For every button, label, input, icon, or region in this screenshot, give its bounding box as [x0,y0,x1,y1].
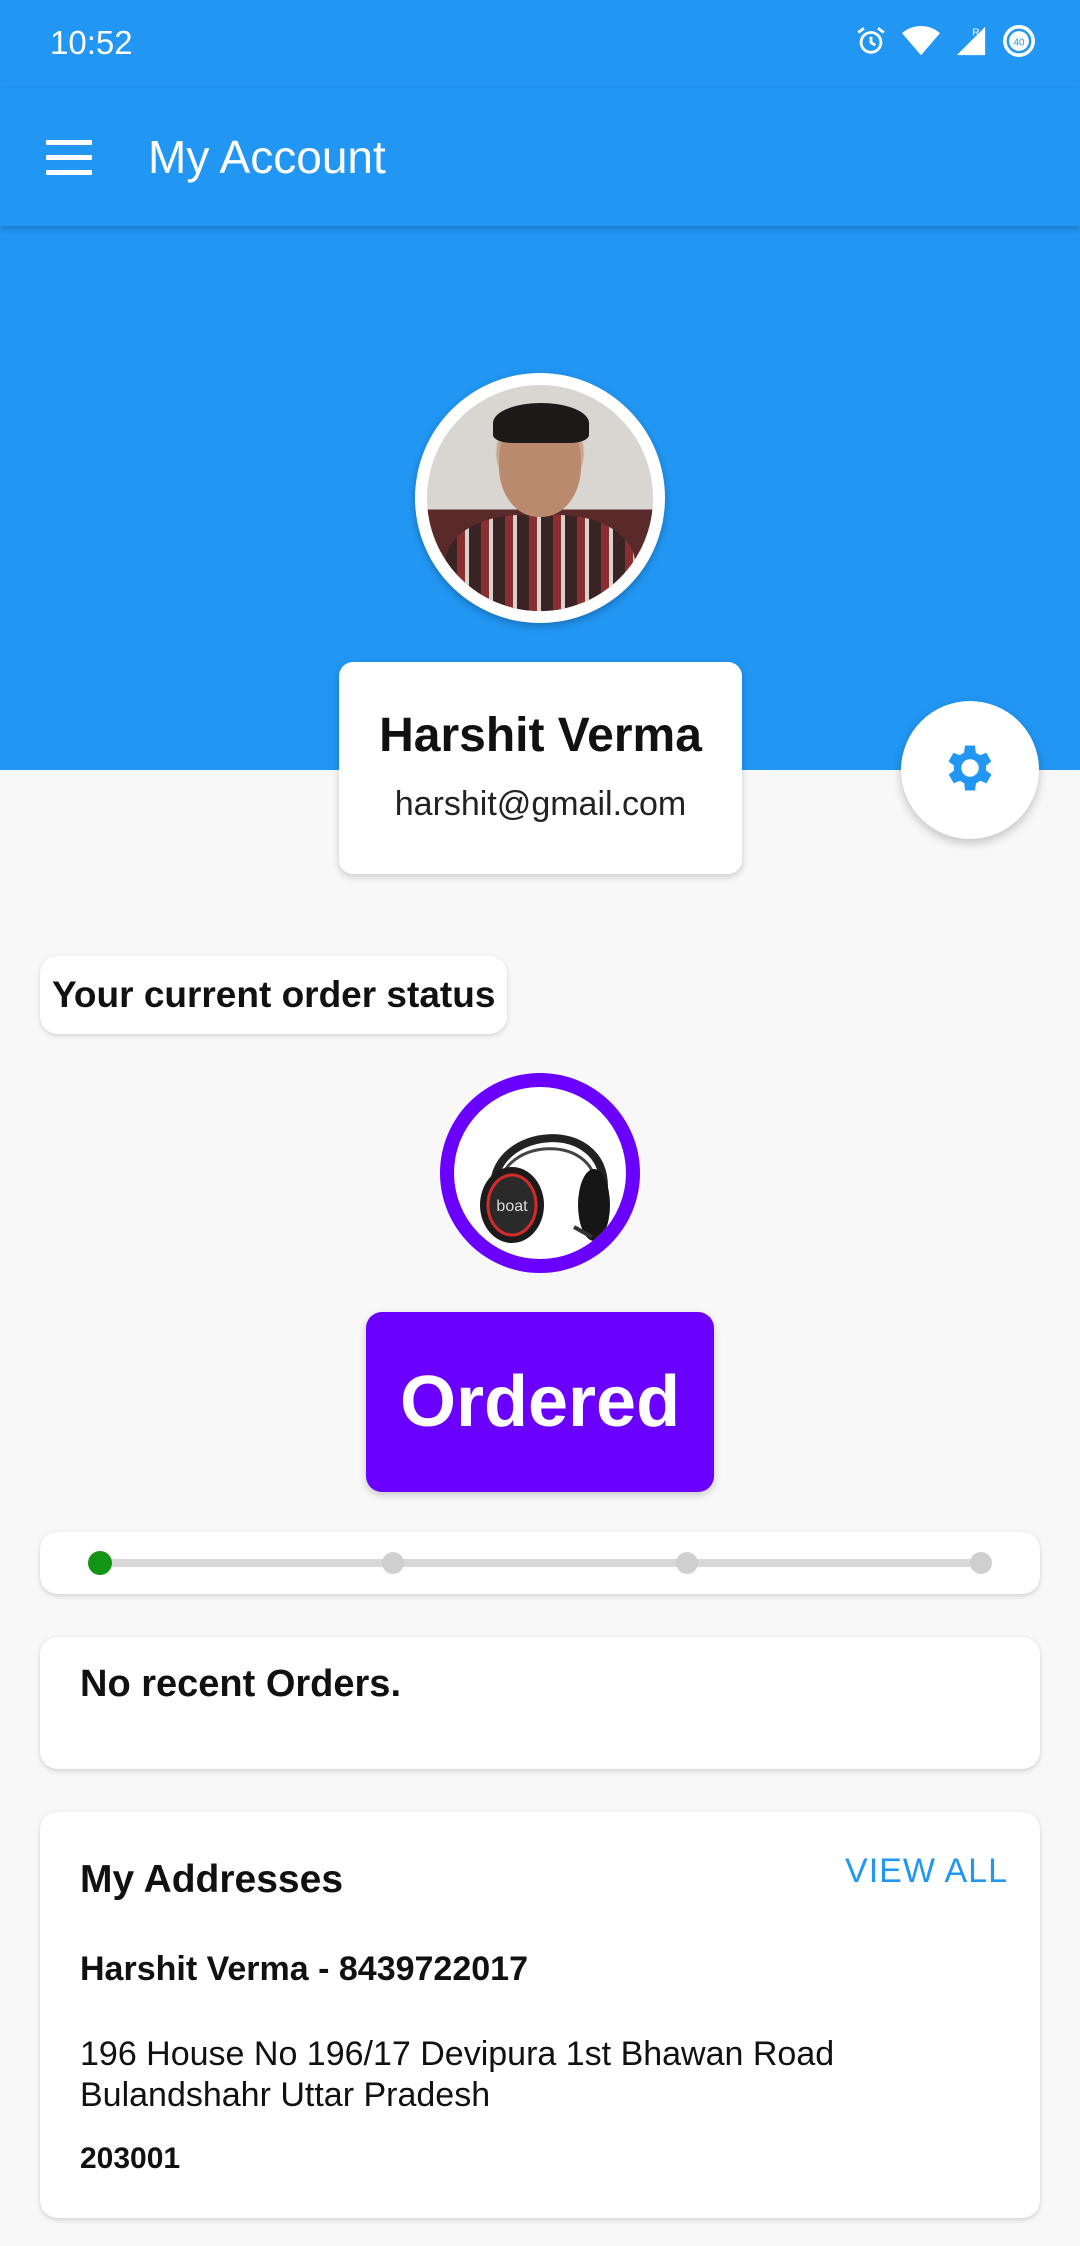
app-bar: My Account [0,88,1080,226]
svg-text:R: R [972,27,979,38]
status-icons: R 40 [854,24,1036,63]
order-status-badge[interactable]: Ordered [366,1312,714,1492]
recent-orders-card: No recent Orders. [40,1637,1040,1769]
signal-icon: R [954,24,988,63]
status-time: 10:52 [50,24,133,61]
order-progress-track [100,1559,980,1567]
order-product-image[interactable]: boat [440,1073,640,1273]
recent-orders-message: No recent Orders. [80,1663,401,1705]
address-contact: Harshit Verma - 8439722017 [80,1950,528,1988]
svg-text:40: 40 [1013,37,1025,48]
battery-icon: 40 [1002,24,1036,63]
profile-name: Harshit Verma [379,709,702,762]
status-bar: 10:52 R 40 [0,0,1080,88]
alarm-icon [854,24,888,63]
progress-step-2 [382,1552,404,1574]
address-line: 196 House No 196/17 Devipura 1st Bhawan … [80,2035,835,2114]
wifi-icon [902,24,940,63]
settings-button[interactable] [901,701,1039,839]
order-status-heading: Your current order status [40,956,508,1034]
profile-email: harshit@gmail.com [394,785,687,823]
address-pincode: 203001 [80,2142,181,2175]
headphones-image: boat [480,1134,610,1243]
addresses-card: My Addresses VIEW ALL Harshit Verma - 84… [40,1812,1040,2218]
addresses-title: My Addresses [80,1858,344,1901]
menu-icon[interactable] [46,140,92,175]
progress-step-1 [88,1551,112,1575]
order-progress-card [40,1532,1040,1594]
view-all-addresses-button[interactable]: VIEW ALL [845,1852,1008,1891]
svg-text:boat: boat [496,1198,528,1215]
avatar[interactable] [415,373,665,623]
gear-icon [940,738,1000,803]
progress-step-4 [970,1552,992,1574]
progress-step-3 [676,1552,698,1574]
profile-card: Harshit Verma harshit@gmail.com [339,662,742,874]
page-title: My Account [148,131,386,183]
